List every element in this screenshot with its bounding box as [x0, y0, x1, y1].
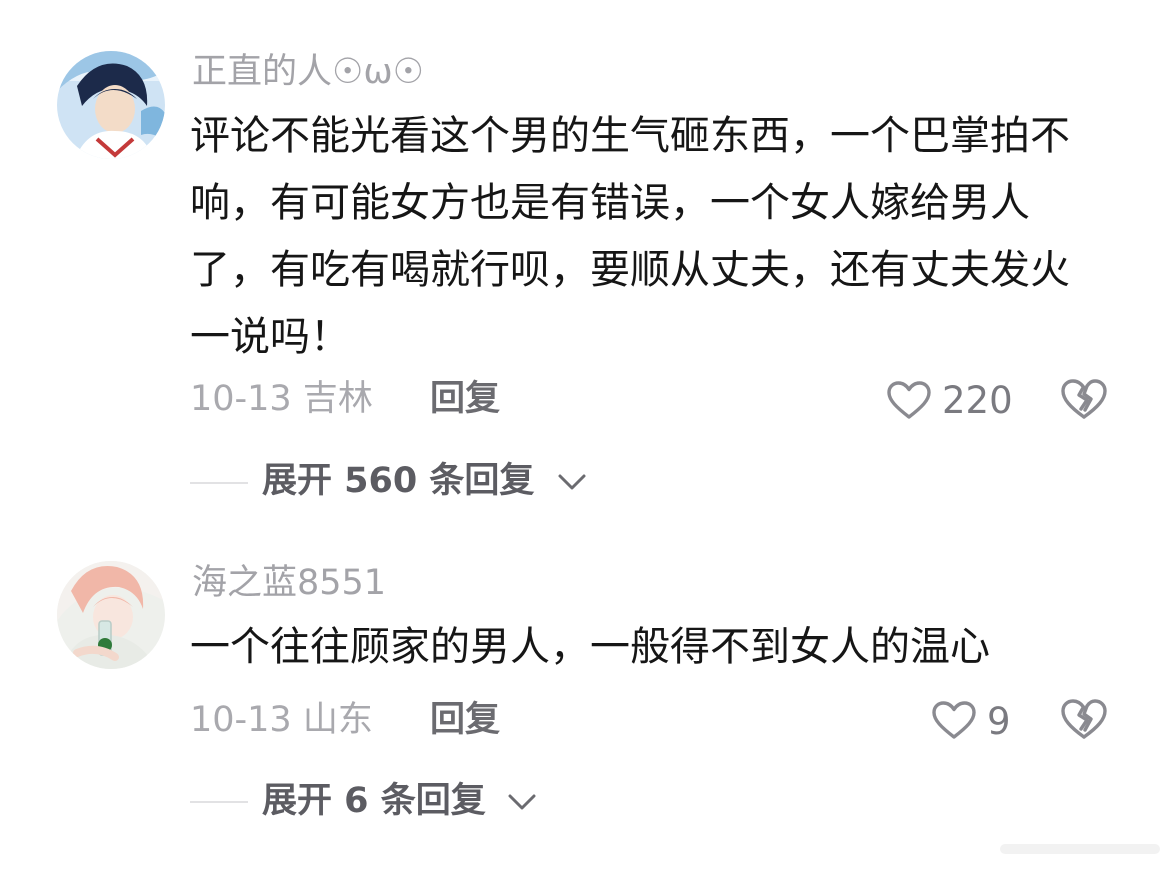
heart-outline-icon[interactable]	[931, 700, 977, 740]
username[interactable]: 正直的人☉ω☉	[192, 55, 424, 90]
broken-heart-icon[interactable]	[1060, 697, 1108, 741]
comment-text: 一个往往顾家的男人，一般得不到女人的温心	[190, 624, 990, 670]
watermark	[1000, 844, 1160, 854]
avatar[interactable]	[57, 51, 165, 159]
like-count: 9	[987, 700, 1011, 743]
chevron-down-icon[interactable]	[556, 472, 588, 492]
avatar[interactable]	[57, 561, 165, 669]
comment-date-location: 10-13 吉林	[190, 379, 373, 419]
reply-button[interactable]: 回复	[430, 703, 500, 738]
broken-heart-icon[interactable]	[1060, 377, 1108, 421]
reply-button[interactable]: 回复	[430, 382, 500, 417]
comment-list: 正直的人☉ω☉ 评论不能光看这个男的生气砸东西，一个巴掌拍不响，有可能女方也是有…	[0, 0, 1170, 871]
comment-date-location: 10-13 山东	[190, 700, 373, 740]
username[interactable]: 海之蓝8551	[192, 566, 386, 601]
divider	[190, 482, 248, 484]
expand-replies-button[interactable]: 展开 560 条回复	[262, 464, 534, 499]
chevron-down-icon[interactable]	[506, 792, 538, 812]
divider	[190, 801, 248, 803]
comment-text: 评论不能光看这个男的生气砸东西，一个巴掌拍不响，有可能女方也是有错误，一个女人嫁…	[190, 113, 1070, 360]
expand-replies-button[interactable]: 展开 6 条回复	[262, 784, 486, 819]
like-count: 220	[942, 379, 1013, 422]
heart-outline-icon[interactable]	[886, 380, 932, 420]
